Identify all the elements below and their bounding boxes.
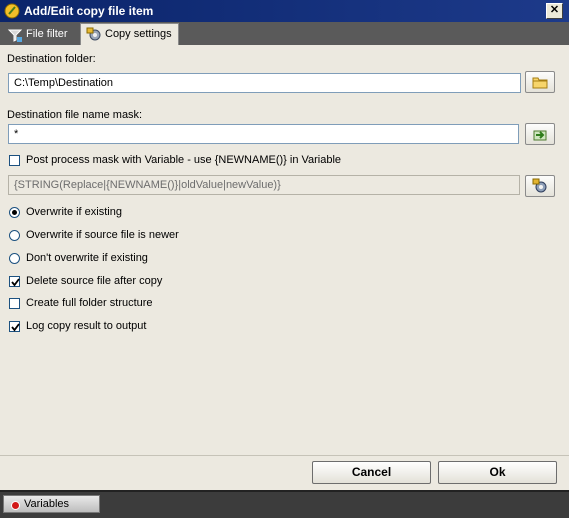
insert-mask-button[interactable] [525,123,555,145]
gear-icon [532,178,547,193]
full-folder-structure-label: Create full folder structure [26,297,153,309]
file-name-mask-input[interactable]: * [8,124,519,144]
variables-label: Variables [24,498,70,510]
radio-label: Overwrite if existing [26,206,122,218]
variables-button[interactable]: Variables [3,495,100,513]
browse-folder-button[interactable] [525,71,555,93]
checkbox-box[interactable] [9,276,20,287]
radio-circle[interactable] [9,207,20,218]
destination-folder-label: Destination folder: [7,53,96,65]
variables-icon [11,501,20,510]
checkbox-box[interactable] [9,321,20,332]
radio-circle[interactable] [9,253,20,264]
radio-label: Overwrite if source file is newer [26,229,179,241]
title-bar[interactable]: Add/Edit copy file item ✕ [0,0,569,22]
tab-strip: File filter Copy settings [0,22,569,45]
tab-label: Copy settings [105,28,172,40]
cancel-button[interactable]: Cancel [312,461,431,484]
folder-icon [532,77,548,89]
ok-button[interactable]: Ok [438,461,557,484]
variable-expression-input[interactable]: {STRING(Replace|{NEWNAME()}|oldValue|new… [8,175,520,195]
close-button[interactable]: ✕ [546,3,563,19]
radio-circle[interactable] [9,230,20,241]
mask-label: Destination file name mask: [7,109,143,121]
checkmark-icon [11,323,20,332]
destination-folder-input[interactable]: C:\Temp\Destination [8,73,521,93]
settings-icon [86,27,101,41]
checkmark-icon [11,278,20,287]
radio-selected-dot [12,210,17,215]
copy-settings-panel: Destination folder: C:\Temp\Destination … [0,45,569,455]
variable-settings-button[interactable] [525,175,555,197]
radio-label: Don't overwrite if existing [26,252,148,264]
app-icon [4,3,20,19]
tab-copy-settings[interactable]: Copy settings [80,23,179,45]
dialog-button-bar: Cancel Ok [0,455,569,491]
delete-source-label: Delete source file after copy [26,275,163,287]
window-title: Add/Edit copy file item [24,4,154,18]
close-icon: ✕ [549,4,560,16]
status-strip: Variables [0,490,569,518]
dialog-window: Add/Edit copy file item ✕ File filter Co… [0,0,569,518]
tab-file-filter[interactable]: File filter [2,25,74,44]
log-result-label: Log copy result to output [26,320,147,332]
checkbox-box[interactable] [9,298,20,309]
insert-arrow-icon [533,130,547,141]
filter-icon [7,29,23,42]
checkbox-box[interactable] [9,155,20,166]
tab-label: File filter [26,28,68,40]
post-process-label: Post process mask with Variable - use {N… [26,154,342,166]
